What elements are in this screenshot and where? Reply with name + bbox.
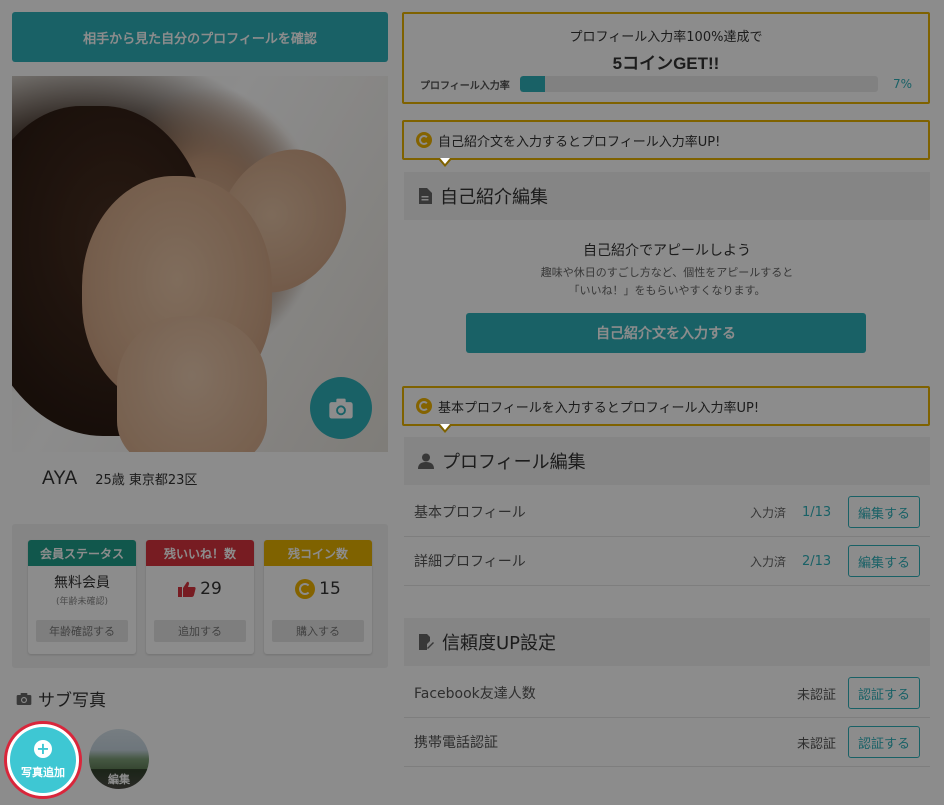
write-intro-button[interactable]: 自己紹介文を入力する <box>466 313 866 353</box>
row-label: 基本プロフィール <box>414 505 526 521</box>
camera-icon <box>16 692 32 705</box>
edit-detail-profile-button[interactable]: 編集する <box>848 545 920 577</box>
member-status-header: 会員ステータス <box>28 540 136 566</box>
sub-photo-title: サブ写真 <box>16 686 106 711</box>
person-icon <box>418 453 434 469</box>
intro-section-title: 自己紹介編集 <box>440 187 548 208</box>
trust-section-header: 信頼度UP設定 <box>404 618 930 666</box>
basic-tip-text: 基本プロフィールを入力するとプロフィール入力率UP! <box>438 400 760 416</box>
add-likes-button[interactable]: 追加する <box>154 620 246 642</box>
progress-label: プロフィール入力率 <box>420 80 510 92</box>
row-label: Facebook友達人数 <box>414 686 536 702</box>
likes-count: 29 <box>200 579 222 599</box>
basic-profile-row: 基本プロフィール 入力済 1/13 編集する <box>404 488 930 537</box>
document-icon <box>419 188 432 204</box>
status-panel: 会員ステータス 無料会員 (年齢未確認) 年齢確認する 残いいね！数 29 追加… <box>12 524 388 668</box>
sub-photo-title-text: サブ写真 <box>38 691 106 711</box>
buy-coins-button[interactable]: 購入する <box>272 620 364 642</box>
profile-progress-box: プロフィール入力率100%達成で 5コインGET!! プロフィール入力率 7% <box>402 12 930 104</box>
row-state: 入力済 <box>749 554 786 569</box>
coins-count: 15 <box>319 579 341 599</box>
intro-desc-line2: 「いいね！」をもらいやすくなります。 <box>568 284 766 297</box>
sub-photo-thumbnail[interactable]: 編集 <box>89 729 149 789</box>
likes-header: 残いいね！数 <box>146 540 254 566</box>
row-label: 携帯電話認証 <box>414 735 498 751</box>
row-state: 未認証 <box>796 687 836 703</box>
row-count: 2/13 <box>802 553 832 569</box>
progress-reward-line2: 5コインGET!! <box>612 54 720 73</box>
coins-value-box: 15 <box>264 566 372 612</box>
detail-profile-row: 詳細プロフィール 入力済 2/13 編集する <box>404 537 930 586</box>
profile-name: AYA <box>42 468 78 489</box>
progress-bar <box>520 76 878 92</box>
row-state: 未認証 <box>796 736 836 752</box>
edit-basic-profile-button[interactable]: 編集する <box>848 496 920 528</box>
intro-description: 趣味や休日のすごし方など、個性をアピールすると 「いいね！」をもらいやすくなりま… <box>404 264 930 300</box>
coins-card: 残コイン数 15 購入する <box>264 540 372 654</box>
member-status-value-box: 無料会員 (年齢未確認) <box>28 566 136 612</box>
coins-count-row: 15 <box>295 579 341 599</box>
intro-heading: 自己紹介でアピールしよう <box>583 243 751 259</box>
intro-desc-line1: 趣味や休日のすごし方など、個性をアピールすると <box>540 266 794 279</box>
profile-page: 相手から見た自分のプロフィールを確認 AYA 25歳 東京都23区 会員ステータ… <box>0 0 944 805</box>
plus-icon: + <box>34 740 52 758</box>
intro-tip-text: 自己紹介文を入力するとプロフィール入力率UP! <box>438 134 721 150</box>
phone-row: 携帯電話認証 未認証 認証する <box>404 718 930 767</box>
profile-age-location: 25歳 東京都23区 <box>95 473 198 488</box>
verify-facebook-button[interactable]: 認証する <box>848 677 920 709</box>
trust-section-title: 信頼度UP設定 <box>442 633 557 654</box>
intro-tip-banner: 自己紹介文を入力するとプロフィール入力率UP! <box>402 120 930 167</box>
add-photo-label: 写真追加 <box>21 766 65 779</box>
progress-reward-line1: プロフィール入力率100%達成で <box>569 30 763 45</box>
change-photo-button[interactable] <box>310 377 372 439</box>
likes-count-row: 29 <box>178 579 222 599</box>
intro-box: 自己紹介でアピールしよう 趣味や休日のすごし方など、個性をアピールすると 「いい… <box>404 222 930 368</box>
profile-edit-header: プロフィール編集 <box>404 437 930 485</box>
coin-icon <box>416 398 432 414</box>
facebook-row: Facebook友達人数 未認証 認証する <box>404 669 930 718</box>
camera-icon <box>329 398 353 419</box>
coin-icon <box>295 579 316 599</box>
profile-edit-title: プロフィール編集 <box>442 452 586 473</box>
profile-name-row: AYA 25歳 東京都23区 <box>42 468 197 490</box>
edit-sub-photo-label: 編集 <box>89 769 149 789</box>
coin-icon <box>416 132 432 148</box>
row-label: 詳細プロフィール <box>414 554 526 570</box>
intro-section-header: 自己紹介編集 <box>404 172 930 220</box>
add-photo-button[interactable]: + 写真追加 <box>10 727 76 793</box>
row-state: 入力済 <box>749 505 786 520</box>
verify-phone-button[interactable]: 認証する <box>848 726 920 758</box>
row-count: 1/13 <box>802 504 832 520</box>
edit-document-icon <box>419 634 434 650</box>
add-photo-highlight[interactable]: + 写真追加 <box>4 721 82 799</box>
member-status-value: 無料会員 <box>54 574 110 591</box>
progress-percent: 7% <box>892 77 912 91</box>
basic-tip-banner: 基本プロフィールを入力するとプロフィール入力率UP! <box>402 386 930 433</box>
progress-row: プロフィール入力率 7% <box>420 76 912 92</box>
age-verify-button[interactable]: 年齢確認する <box>36 620 128 642</box>
member-status-card: 会員ステータス 無料会員 (年齢未確認) 年齢確認する <box>28 540 136 654</box>
coins-header: 残コイン数 <box>264 540 372 566</box>
likes-value-box: 29 <box>146 566 254 612</box>
progress-bar-fill <box>520 76 546 92</box>
thumbs-up-icon <box>178 581 196 597</box>
member-status-sub: (年齢未確認) <box>55 596 109 607</box>
likes-card: 残いいね！数 29 追加する <box>146 540 254 654</box>
view-own-profile-button[interactable]: 相手から見た自分のプロフィールを確認 <box>12 12 388 62</box>
